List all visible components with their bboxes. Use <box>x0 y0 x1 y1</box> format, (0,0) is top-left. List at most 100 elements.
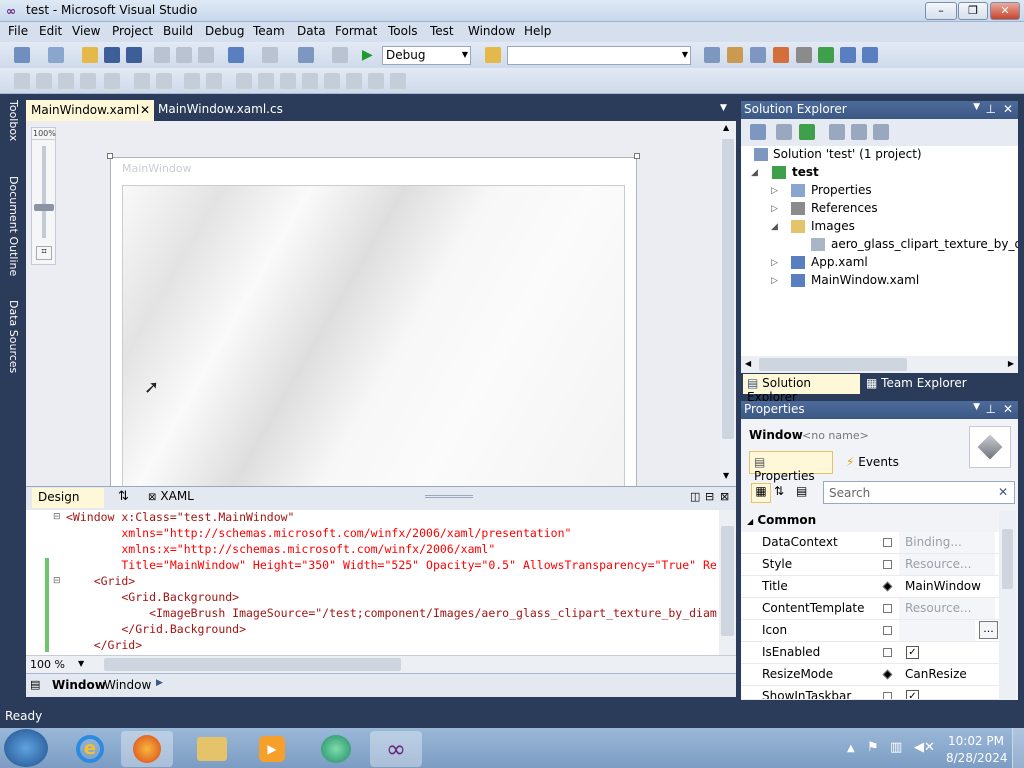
zoom-control[interactable]: 100% ⌗ <box>31 127 56 265</box>
start-button[interactable] <box>4 729 48 767</box>
tree-item-properties[interactable]: Properties <box>811 183 872 197</box>
menu-help[interactable]: Help <box>522 24 553 38</box>
code-horizontal-scrollbar[interactable]: 100 % ▼ <box>26 655 736 673</box>
expand-arrow-icon[interactable]: ◢ <box>751 168 758 178</box>
resize-handle[interactable] <box>107 153 113 159</box>
menu-window[interactable]: Window <box>466 24 517 38</box>
scroll-thumb[interactable] <box>721 526 734 636</box>
solution-configuration-select[interactable]: Debug ▼ <box>382 46 471 65</box>
menu-project[interactable]: Project <box>110 24 155 38</box>
menu-build[interactable]: Build <box>161 24 195 38</box>
xaml-view-tab[interactable]: ⊠ XAML <box>148 489 194 503</box>
start-debugging-icon[interactable]: ▶ <box>362 47 378 63</box>
tree-item-mainwindow-xaml[interactable]: MainWindow.xaml <box>811 273 919 287</box>
save-icon[interactable] <box>104 47 120 63</box>
team-icon[interactable] <box>840 47 856 63</box>
expand-arrow-icon[interactable]: ▷ <box>771 204 778 214</box>
dropdown-icon[interactable]: ▼ <box>973 402 980 412</box>
menu-edit[interactable]: Edit <box>37 24 64 38</box>
open-file-icon[interactable] <box>82 47 98 63</box>
new-project-icon[interactable] <box>14 47 30 63</box>
align-right-icon[interactable] <box>58 73 74 89</box>
collapse-outline-icon[interactable]: ⊟ <box>53 512 61 522</box>
property-value[interactable]: Resource... <box>899 598 995 619</box>
properties-icon[interactable] <box>750 124 766 140</box>
breadcrumb-name[interactable]: Window <box>104 678 151 692</box>
redo-icon[interactable] <box>262 47 278 63</box>
horizontal-split-icon[interactable]: ⊟ <box>705 490 714 503</box>
menu-debug[interactable]: Debug <box>203 24 246 38</box>
tree-item-app-xaml[interactable]: App.xaml <box>811 255 868 269</box>
selected-object-name[interactable]: <no name> <box>802 429 869 442</box>
zoom-slider-thumb[interactable] <box>34 204 54 211</box>
pin-icon[interactable]: ⊥ <box>986 102 996 116</box>
tab-mainwindow-xaml-cs[interactable]: MainWindow.xaml.cs <box>158 102 283 116</box>
tab-properties[interactable]: ▤ Properties <box>749 451 833 483</box>
property-value[interactable]: Binding... <box>899 532 995 553</box>
align-middle-icon[interactable] <box>104 73 120 89</box>
close-tab-icon[interactable]: ✕ <box>140 103 150 117</box>
minimize-button[interactable]: – <box>925 2 957 20</box>
collapse-outline-icon[interactable]: ⊟ <box>53 576 61 586</box>
chevron-right-icon[interactable]: ▶ <box>156 678 163 688</box>
navigate-backward-icon[interactable] <box>298 47 314 63</box>
firefox-icon[interactable] <box>121 731 173 767</box>
grid-icon[interactable] <box>346 73 362 89</box>
toolbox-icon[interactable] <box>773 47 789 63</box>
categorized-icon[interactable]: ▦ <box>751 483 771 503</box>
file-explorer-icon[interactable] <box>186 731 238 767</box>
tab-order-icon[interactable] <box>324 73 340 89</box>
add-item-icon[interactable] <box>48 47 64 63</box>
expand-arrow-icon[interactable]: ◢ <box>771 222 778 232</box>
network-icon[interactable]: ▥ <box>890 740 902 755</box>
copy-icon[interactable] <box>176 47 192 63</box>
tree-item-references[interactable]: References <box>811 201 878 215</box>
clear-search-icon[interactable]: ✕ <box>998 485 1008 499</box>
expand-arrow-icon[interactable]: ▷ <box>771 276 778 286</box>
make-same-height-icon[interactable] <box>156 73 172 89</box>
volume-muted-icon[interactable]: ◀✕ <box>914 740 935 755</box>
view-code-icon[interactable] <box>829 124 845 140</box>
vertical-split-icon[interactable]: ◫ <box>690 490 700 503</box>
menu-file[interactable]: File <box>6 24 30 38</box>
code-zoom-select[interactable]: 100 % <box>30 658 65 671</box>
class-diagram-icon[interactable] <box>873 124 889 140</box>
property-checkbox[interactable]: ✓ <box>906 646 919 659</box>
property-marker-icon[interactable] <box>883 648 892 657</box>
xaml-code-editor[interactable]: <Window x:Class="test.MainWindow" xmlns=… <box>26 510 719 655</box>
tree-item-project[interactable]: test <box>792 165 819 179</box>
close-icon[interactable]: ✕ <box>1003 402 1013 416</box>
property-checkbox[interactable]: ✓ <box>906 690 919 699</box>
category-common[interactable]: ◢ Common <box>741 511 999 532</box>
data-sources-tab[interactable]: Data Sources <box>1 300 20 400</box>
tab-events[interactable]: ⚡ Events <box>846 455 899 469</box>
scroll-thumb[interactable] <box>759 358 907 371</box>
maximize-button[interactable]: ❐ <box>958 2 988 20</box>
tab-overflow-icon[interactable]: ▼ <box>720 103 727 113</box>
zoom-slider-track[interactable] <box>42 146 46 238</box>
property-marker-icon[interactable] <box>883 692 892 699</box>
browse-button[interactable]: ... <box>979 621 998 639</box>
cut-icon[interactable] <box>154 47 170 63</box>
solution-explorer-icon[interactable] <box>704 47 720 63</box>
property-marker-icon[interactable] <box>883 604 892 613</box>
properties-search-field[interactable]: Search ✕ <box>823 481 1015 504</box>
visual-studio-taskbar-icon[interactable]: ∞ <box>370 731 422 767</box>
undo-icon[interactable] <box>228 47 244 63</box>
chevron-down-icon[interactable]: ▼ <box>78 659 84 668</box>
expand-arrow-icon[interactable]: ▷ <box>771 186 778 196</box>
find-icon[interactable] <box>485 47 501 63</box>
find-combo[interactable]: ▼ <box>507 46 691 65</box>
design-view-tab[interactable]: Design <box>32 488 104 508</box>
align-left-icon[interactable] <box>14 73 30 89</box>
refresh-icon[interactable] <box>799 124 815 140</box>
property-marker-icon[interactable] <box>883 538 892 547</box>
scroll-thumb[interactable] <box>722 139 734 439</box>
properties-window-icon[interactable] <box>727 47 743 63</box>
command-window-icon[interactable] <box>862 47 878 63</box>
dropdown-icon[interactable]: ▼ <box>973 102 980 112</box>
vertical-spacing-icon[interactable] <box>206 73 222 89</box>
property-marker-icon[interactable] <box>883 560 892 569</box>
extensions-icon[interactable] <box>796 47 812 63</box>
tree-item-solution[interactable]: Solution 'test' (1 project) <box>773 147 922 161</box>
